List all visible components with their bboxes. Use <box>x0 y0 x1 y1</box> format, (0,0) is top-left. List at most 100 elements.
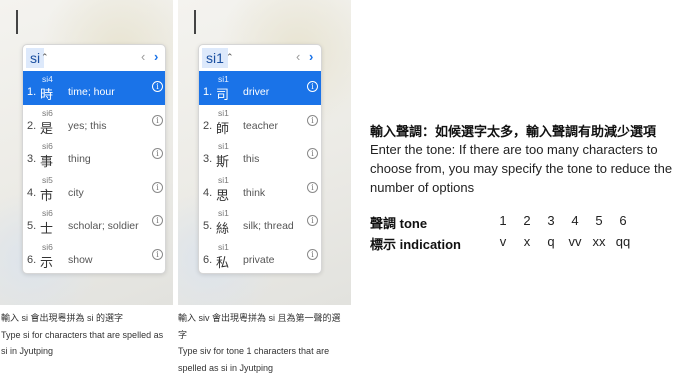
composition-input[interactable]: si1 <box>202 48 228 68</box>
tone-value: 3 <box>547 213 555 228</box>
candidate-number: 5. <box>203 220 213 232</box>
tone-value: 1 <box>499 213 507 228</box>
candidate-item[interactable]: si1 4. 思 think i <box>199 172 321 206</box>
candidate-gloss: private <box>243 253 275 266</box>
info-icon[interactable]: i <box>307 114 318 126</box>
candidate-item[interactable]: si4 1. 時 time; hour i <box>23 71 165 105</box>
candidate-number: 1. <box>203 86 213 98</box>
caption-line: si in Jyutping <box>1 346 54 356</box>
candidate-gloss: show <box>68 253 93 266</box>
jyutping-annotation: si1 <box>218 241 229 252</box>
info-icon[interactable]: i <box>307 81 318 92</box>
caption-si1: 輸入 siv 會出現粵拼為 si 且為第一聲的選 字 Type siv for … <box>178 310 350 373</box>
ime-candidate-window: si1 ⌃ ‹ › si1 1. 司 driver i si1 2. 師 tea… <box>198 44 322 274</box>
caption-line: Type si for characters that are spelled … <box>1 329 164 340</box>
candidate-gloss: driver <box>243 86 270 98</box>
candidate-list: si1 1. 司 driver i si1 2. 師 teacher i si1… <box>199 71 321 272</box>
previous-page-button[interactable]: ‹ <box>141 49 145 65</box>
candidate-character: 示 <box>40 255 54 271</box>
candidate-character: 市 <box>40 188 54 204</box>
candidate-gloss: teacher <box>243 119 279 132</box>
tone-value: 4 <box>571 213 579 228</box>
candidate-gloss: time; hour <box>68 86 115 98</box>
jyutping-annotation: si6 <box>42 208 53 218</box>
ime-header: si ⌃ ‹ › <box>23 45 165 71</box>
candidate-number: 4. <box>27 186 37 199</box>
screenshot-si1: si1 ⌃ ‹ › si1 1. 司 driver i si1 2. 師 tea… <box>178 0 351 305</box>
info-icon[interactable]: i <box>152 215 163 226</box>
info-icon[interactable]: i <box>152 181 163 193</box>
screenshot-si: si ⌃ ‹ › si4 1. 時 time; hour i si6 2. 是 … <box>0 0 173 305</box>
candidate-item[interactable]: si1 5. 絲 silk; thread i <box>199 205 321 239</box>
candidate-gloss: scholar; soldier <box>68 220 139 232</box>
candidate-character: 思 <box>216 188 230 204</box>
info-icon[interactable]: i <box>152 148 163 159</box>
tone-heading: 輸入聲調：如候選字太多，輸入聲調有助減少選項 <box>370 124 657 139</box>
text-cursor <box>16 10 18 34</box>
indication-row-label: 標示 indication <box>370 237 462 252</box>
chevron-up-icon[interactable]: ⌃ <box>226 52 234 63</box>
info-icon[interactable]: i <box>307 148 318 159</box>
caption-si: 輸入 si 會出現粵拼為 si 的選字 Type si for characte… <box>1 310 173 360</box>
jyutping-annotation: si4 <box>42 74 53 84</box>
candidate-number: 6. <box>203 253 213 266</box>
candidate-character: 士 <box>40 222 54 237</box>
jyutping-annotation: si1 <box>218 74 229 84</box>
candidate-gloss: city <box>68 186 84 199</box>
candidate-item[interactable]: si1 3. 斯 this i <box>199 138 321 172</box>
candidate-character: 是 <box>40 121 54 137</box>
candidate-character: 事 <box>40 155 54 170</box>
candidate-character: 司 <box>216 88 230 103</box>
jyutping-annotation: si1 <box>218 107 229 118</box>
candidate-number: 3. <box>27 153 37 165</box>
candidate-item[interactable]: si1 1. 司 driver i <box>199 71 321 105</box>
indication-value: qq <box>615 234 631 249</box>
candidate-number: 3. <box>203 153 213 165</box>
candidate-gloss: think <box>243 186 266 199</box>
info-icon[interactable]: i <box>152 248 163 260</box>
candidate-list: si4 1. 時 time; hour i si6 2. 是 yes; this… <box>23 71 165 272</box>
candidate-character: 私 <box>216 255 230 271</box>
tone-value: 2 <box>523 213 531 228</box>
caption-line: 字 <box>178 329 188 340</box>
candidate-item[interactable]: si5 4. 市 city i <box>23 172 165 206</box>
candidate-number: 2. <box>27 119 37 132</box>
tone-value: 5 <box>595 213 603 228</box>
info-icon[interactable]: i <box>307 181 318 193</box>
candidate-character: 時 <box>40 88 54 103</box>
candidate-item[interactable]: si1 2. 師 teacher i <box>199 105 321 139</box>
candidate-gloss: yes; this <box>68 119 107 132</box>
jyutping-annotation: si5 <box>42 174 53 185</box>
candidate-number: 1. <box>27 86 37 98</box>
info-icon[interactable]: i <box>152 81 163 92</box>
info-icon[interactable]: i <box>152 114 163 126</box>
jyutping-annotation: si1 <box>218 141 229 151</box>
tone-row-label: 聲調 tone <box>370 216 428 231</box>
ime-header: si1 ⌃ ‹ › <box>199 45 321 71</box>
tone-value: 6 <box>619 213 627 228</box>
tone-description: Enter the tone: If there are too many ch… <box>370 142 673 195</box>
candidate-item[interactable]: si6 6. 示 show i <box>23 239 165 273</box>
candidate-character: 斯 <box>216 155 230 170</box>
jyutping-annotation: si6 <box>42 241 53 252</box>
previous-page-button[interactable]: ‹ <box>296 49 300 65</box>
indication-value: v <box>499 234 507 249</box>
chevron-up-icon[interactable]: ⌃ <box>41 52 49 63</box>
candidate-item[interactable]: si6 5. 士 scholar; soldier i <box>23 205 165 239</box>
candidate-item[interactable]: si1 6. 私 private i <box>199 239 321 273</box>
next-page-button[interactable]: › <box>154 49 158 65</box>
indication-value: xx <box>592 234 606 249</box>
info-icon[interactable]: i <box>307 248 318 260</box>
candidate-gloss: thing <box>68 153 91 165</box>
candidate-item[interactable]: si6 2. 是 yes; this i <box>23 105 165 139</box>
caption-line: 輸入 siv 會出現粵拼為 si 且為第一聲的選 <box>178 313 341 323</box>
info-icon[interactable]: i <box>307 215 318 226</box>
next-page-button[interactable]: › <box>309 49 313 65</box>
jyutping-annotation: si6 <box>42 107 53 118</box>
candidate-item[interactable]: si6 3. 事 thing i <box>23 138 165 172</box>
ime-candidate-window: si ⌃ ‹ › si4 1. 時 time; hour i si6 2. 是 … <box>22 44 166 274</box>
candidate-character: 師 <box>216 121 230 137</box>
caption-line: Type siv for tone 1 characters that are <box>178 346 330 356</box>
candidate-number: 2. <box>203 119 213 132</box>
candidate-number: 5. <box>27 220 37 232</box>
